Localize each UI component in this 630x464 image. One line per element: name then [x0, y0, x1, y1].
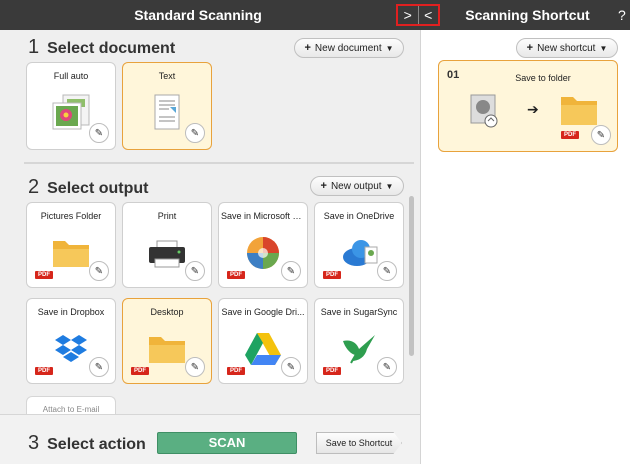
- text-document-icon: [154, 94, 180, 130]
- new-output-button[interactable]: + New output ▼: [310, 176, 404, 196]
- dropbox-icon: [55, 335, 87, 362]
- title-bar: Standard Scanning > < Scanning Shortcut …: [0, 0, 630, 30]
- edit-pencil-icon[interactable]: ✎: [377, 261, 397, 281]
- select-document-heading: 1 Select document: [28, 36, 175, 59]
- card-label: Attach to E-mail: [42, 405, 100, 414]
- edit-pencil-icon[interactable]: ✎: [185, 123, 205, 143]
- edit-pencil-icon[interactable]: ✎: [89, 261, 109, 281]
- plus-icon: +: [304, 42, 311, 54]
- edit-pencil-icon[interactable]: ✎: [377, 357, 397, 377]
- step-title: Select action: [47, 436, 146, 453]
- card-label: Print: [157, 211, 177, 221]
- card-label: Save in OneDrive: [323, 211, 395, 221]
- plus-icon: +: [320, 180, 327, 192]
- folder-icon: [561, 97, 597, 125]
- step-title: Select document: [47, 40, 176, 57]
- scanning-shortcut-title: Scanning Shortcut: [465, 7, 590, 23]
- edit-pencil-icon[interactable]: ✎: [591, 125, 611, 145]
- pdf-badge: PDF: [35, 271, 53, 279]
- output-card-onedrive[interactable]: Save in OneDrive PDF ✎: [314, 202, 404, 288]
- select-action-heading: 3 Select action: [28, 432, 146, 455]
- document-card-full-auto[interactable]: Full auto ✎: [26, 62, 116, 150]
- panel-toggle-group: > <: [396, 4, 440, 26]
- output-card-attach-to-email[interactable]: Attach to E-mail: [26, 396, 116, 414]
- pdf-badge: PDF: [227, 367, 245, 375]
- output-card-microsoft-sharepoint[interactable]: Save in Microsoft S... PDF ✎: [218, 202, 308, 288]
- photo-stack-icon: [52, 94, 90, 130]
- chevron-right-icon[interactable]: >: [398, 6, 418, 24]
- step-number: 2: [28, 176, 40, 198]
- new-document-label: New document: [314, 42, 382, 54]
- google-drive-icon: [245, 333, 281, 365]
- pdf-badge: PDF: [561, 131, 579, 139]
- new-output-label: New output: [330, 180, 382, 192]
- output-card-pictures-folder[interactable]: Pictures Folder PDF ✎: [26, 202, 116, 288]
- select-output-heading: 2 Select output: [28, 176, 148, 199]
- edit-pencil-icon[interactable]: ✎: [281, 357, 301, 377]
- shortcut-card-save-to-folder[interactable]: 01 Save to folder ➔ PDF ✎: [438, 60, 618, 152]
- step-number: 3: [28, 432, 40, 454]
- save-to-shortcut-button[interactable]: Save to Shortcut: [316, 432, 402, 454]
- section-divider: [24, 162, 414, 164]
- step-number: 1: [28, 36, 40, 58]
- output-card-sugarsync[interactable]: Save in SugarSync PDF ✎: [314, 298, 404, 384]
- sharepoint-icon: [247, 237, 279, 269]
- edit-pencil-icon[interactable]: ✎: [89, 123, 109, 143]
- card-label: Save in Dropbox: [37, 307, 105, 317]
- step-title: Select output: [47, 180, 149, 197]
- folder-icon: [149, 337, 185, 363]
- shortcut-label: Save to folder: [515, 73, 571, 83]
- output-card-desktop[interactable]: Desktop PDF ✎: [122, 298, 212, 384]
- caret-down-icon: ▼: [385, 181, 394, 191]
- caret-down-icon: ▼: [599, 43, 608, 53]
- pdf-badge: PDF: [35, 367, 53, 375]
- card-label: Full auto: [53, 71, 89, 81]
- card-label: Desktop: [150, 307, 184, 317]
- onedrive-icon: [343, 240, 378, 266]
- document-card-text[interactable]: Text ✎: [122, 62, 212, 150]
- scanned-photo-icon: [470, 94, 498, 128]
- card-label: Save in SugarSync: [320, 307, 398, 317]
- pdf-badge: PDF: [323, 271, 341, 279]
- new-shortcut-label: New shortcut: [537, 42, 596, 54]
- output-card-google-drive[interactable]: Save in Google Dri... PDF ✎: [218, 298, 308, 384]
- chevron-left-icon[interactable]: <: [417, 6, 439, 24]
- new-shortcut-button[interactable]: + New shortcut ▼: [516, 38, 618, 58]
- pdf-badge: PDF: [227, 271, 245, 279]
- folder-icon: [53, 241, 89, 267]
- plus-icon: +: [526, 42, 534, 54]
- pdf-badge: PDF: [131, 367, 149, 375]
- pdf-badge: PDF: [323, 367, 341, 375]
- edit-pencil-icon[interactable]: ✎: [89, 357, 109, 377]
- card-label: Save in Microsoft S...: [221, 211, 305, 221]
- output-card-dropbox[interactable]: Save in Dropbox PDF ✎: [26, 298, 116, 384]
- new-document-button[interactable]: + New document ▼: [294, 38, 404, 58]
- edit-pencil-icon[interactable]: ✎: [185, 261, 205, 281]
- printer-icon: [149, 240, 185, 268]
- standard-scanning-title: Standard Scanning: [134, 7, 262, 23]
- card-label: Save in Google Dri...: [221, 307, 305, 317]
- card-label: Text: [158, 71, 176, 81]
- sugarsync-icon: [343, 335, 375, 364]
- card-label: Pictures Folder: [40, 211, 102, 221]
- arrow-right-icon: ➔: [527, 101, 539, 117]
- edit-pencil-icon[interactable]: ✎: [185, 357, 205, 377]
- output-scrollbar[interactable]: [409, 196, 414, 356]
- shortcut-number: 01: [447, 69, 460, 81]
- help-icon[interactable]: ?: [618, 0, 630, 30]
- caret-down-icon: ▼: [385, 43, 394, 53]
- edit-pencil-icon[interactable]: ✎: [281, 261, 301, 281]
- scan-button[interactable]: SCAN: [157, 432, 297, 454]
- output-card-print[interactable]: Print ✎: [122, 202, 212, 288]
